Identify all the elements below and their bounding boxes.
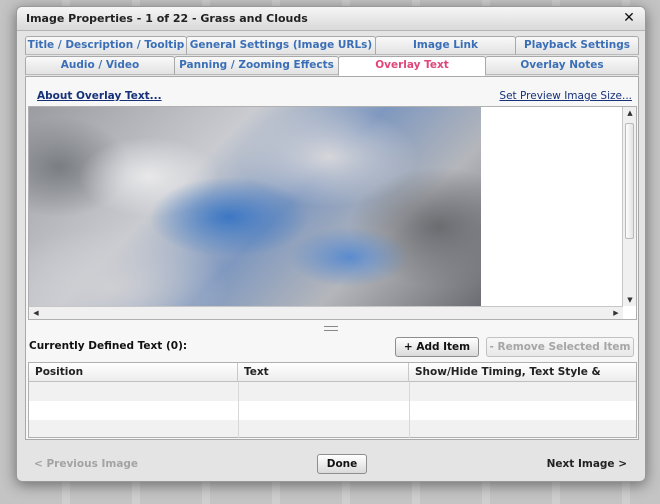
title-bar: Image Properties - 1 of 22 - Grass and C…	[17, 7, 645, 31]
tab-strip: Title / Description / Tooltip General Se…	[25, 36, 639, 76]
scroll-left-icon[interactable]: ◀	[29, 309, 43, 317]
column-divider	[238, 382, 239, 438]
table-row	[29, 382, 636, 401]
set-preview-size-link[interactable]: Set Preview Image Size...	[499, 90, 632, 102]
table-row	[29, 420, 636, 437]
table-row	[29, 401, 636, 420]
close-icon[interactable]: ✕	[621, 10, 637, 26]
overlay-text-table: Position Text Show/Hide Timing, Text Sty…	[28, 362, 637, 438]
vertical-scrollbar[interactable]: ▲ ▼	[622, 107, 636, 306]
scroll-down-icon[interactable]: ▼	[623, 296, 637, 304]
about-overlay-text-link[interactable]: About Overlay Text...	[37, 90, 162, 102]
defined-text-label: Currently Defined Text (0):	[29, 340, 188, 352]
next-image-button[interactable]: Next Image >	[547, 458, 627, 470]
scroll-right-icon[interactable]: ▶	[609, 309, 623, 317]
preview-image	[29, 107, 481, 306]
overlay-text-panel: About Overlay Text... Set Preview Image …	[25, 76, 639, 440]
tab-image-link[interactable]: Image Link	[375, 36, 516, 55]
image-properties-dialog: Image Properties - 1 of 22 - Grass and C…	[16, 6, 646, 482]
column-timing-style-effects[interactable]: Show/Hide Timing, Text Style & Effects	[409, 363, 638, 396]
add-item-button[interactable]: + Add Item	[395, 337, 479, 357]
column-divider	[409, 382, 410, 438]
tab-audio-video[interactable]: Audio / Video	[25, 56, 175, 75]
table-header: Position Text Show/Hide Timing, Text Sty…	[29, 363, 638, 396]
horizontal-scrollbar[interactable]: ◀ ▶	[29, 306, 623, 319]
column-text[interactable]: Text	[238, 363, 409, 382]
resize-handle[interactable]	[324, 326, 338, 331]
tab-panning-zooming[interactable]: Panning / Zooming Effects	[174, 56, 339, 75]
done-button[interactable]: Done	[317, 454, 367, 474]
preview-area: ▲ ▼ ◀ ▶	[28, 106, 637, 320]
scroll-thumb[interactable]	[625, 123, 634, 239]
tab-overlay-notes[interactable]: Overlay Notes	[485, 56, 639, 75]
dialog-title: Image Properties - 1 of 22 - Grass and C…	[26, 12, 308, 25]
tab-title-description[interactable]: Title / Description / Tooltip	[25, 36, 187, 55]
tab-playback-settings[interactable]: Playback Settings	[515, 36, 639, 55]
tab-general-settings[interactable]: General Settings (Image URLs)	[186, 36, 376, 55]
tab-overlay-text[interactable]: Overlay Text	[338, 56, 486, 76]
column-position[interactable]: Position	[29, 363, 238, 382]
previous-image-button[interactable]: < Previous Image	[34, 458, 138, 470]
remove-selected-item-button[interactable]: - Remove Selected Item	[486, 337, 634, 357]
scroll-up-icon[interactable]: ▲	[623, 109, 637, 117]
